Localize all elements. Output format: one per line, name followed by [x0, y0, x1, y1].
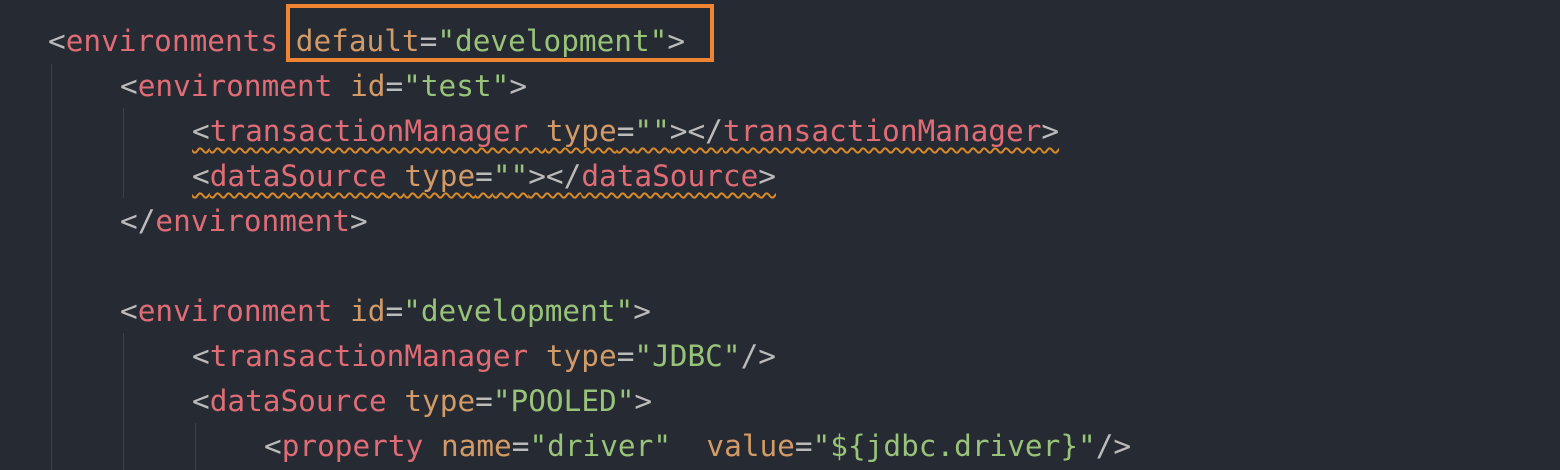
- attribute-name: type: [545, 114, 617, 148]
- bracket: ></: [528, 159, 582, 193]
- attribute-value: "JDBC": [634, 339, 741, 373]
- attribute-value: "": [634, 114, 670, 148]
- attribute-name: value: [706, 429, 795, 463]
- indent-guide: [195, 423, 196, 470]
- tag-name: environment: [155, 204, 351, 238]
- bracket: >: [758, 159, 776, 193]
- tag-name: property: [281, 429, 424, 463]
- attribute-name: id: [350, 294, 386, 328]
- bracket: <: [120, 69, 138, 103]
- bracket: <: [48, 24, 66, 58]
- equals-sign: =: [385, 294, 404, 328]
- code-line-3-warning[interactable]: <transactionManager type=""></transactio…: [192, 109, 1059, 154]
- attribute-name: id: [350, 69, 386, 103]
- bracket: ></: [669, 114, 723, 148]
- bracket: >: [509, 69, 528, 103]
- equals-sign: =: [475, 159, 493, 193]
- code-line-2[interactable]: <environment id="test">: [120, 64, 527, 109]
- tag-name: dataSource: [209, 159, 387, 193]
- tag-name: environment: [137, 69, 333, 103]
- attribute-name: type: [404, 159, 476, 193]
- code-line-7[interactable]: <environment id="development">: [120, 289, 651, 334]
- bracket: >: [634, 384, 653, 418]
- equals-sign: =: [511, 429, 530, 463]
- tag-name: environment: [137, 294, 333, 328]
- bracket: <: [264, 429, 282, 463]
- tag-name: transactionManager: [209, 114, 529, 148]
- code-line-4-warning[interactable]: <dataSource type=""></dataSource>: [192, 154, 776, 199]
- attribute-value: "driver": [529, 429, 672, 463]
- equals-sign: =: [616, 339, 635, 373]
- bracket: />: [1095, 429, 1132, 463]
- indent-guide: [51, 64, 52, 470]
- code-line-10[interactable]: <property name="driver" value="${jdbc.dr…: [264, 424, 1131, 469]
- bracket: <: [192, 114, 210, 148]
- code-line-8[interactable]: <transactionManager type="JDBC"/>: [192, 334, 776, 379]
- attribute-value: "development": [403, 294, 634, 328]
- bracket: <: [192, 159, 210, 193]
- attribute-value: "": [492, 159, 529, 193]
- bracket: >: [633, 294, 651, 328]
- indent-guide: [123, 333, 124, 470]
- code-line-5[interactable]: </environment>: [120, 199, 368, 244]
- attribute-name: type: [404, 384, 476, 418]
- code-editor[interactable]: <environments default="development"> <en…: [0, 0, 1560, 470]
- equals-sign: =: [475, 384, 493, 418]
- attribute-value: "test": [403, 69, 510, 103]
- equals-sign: =: [385, 69, 404, 103]
- code-line-9[interactable]: <dataSource type="POOLED">: [192, 379, 652, 424]
- closing-tag-name: transactionManager: [722, 114, 1042, 148]
- bracket: >: [350, 204, 368, 238]
- highlight-box: [286, 4, 714, 62]
- tag-name: transactionManager: [209, 339, 529, 373]
- equals-sign: =: [794, 429, 813, 463]
- equals-sign: =: [616, 114, 635, 148]
- indent-guide: [123, 108, 124, 198]
- attribute-name: type: [545, 339, 617, 373]
- closing-tag-name: dataSource: [581, 159, 759, 193]
- bracket: >: [1041, 114, 1060, 148]
- bracket: <: [120, 294, 138, 328]
- bracket: />: [740, 339, 776, 373]
- tag-name: environments: [65, 24, 279, 58]
- bracket: <: [192, 339, 210, 373]
- attribute-value: "POOLED": [492, 384, 635, 418]
- bracket: <: [192, 384, 210, 418]
- tag-name: dataSource: [209, 384, 387, 418]
- bracket: </: [120, 204, 156, 238]
- attribute-name: name: [440, 429, 512, 463]
- attribute-value: "${jdbc.driver}": [812, 429, 1096, 463]
